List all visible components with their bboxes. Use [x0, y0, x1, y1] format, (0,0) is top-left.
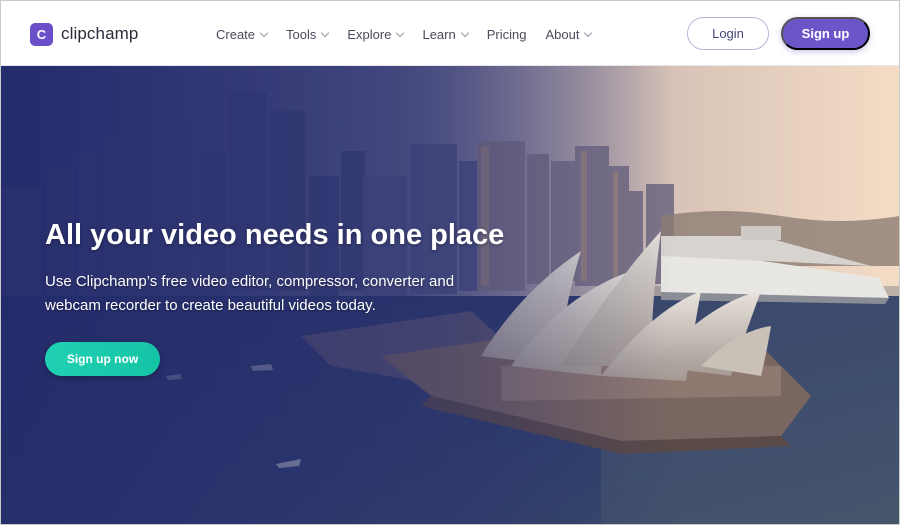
nav-item-pricing[interactable]: Pricing	[487, 27, 527, 42]
signup-button[interactable]: Sign up	[781, 17, 870, 50]
site-header: C clipchamp Create Tools Explore Learn P…	[1, 1, 899, 66]
nav-label: Tools	[286, 26, 317, 42]
nav-item-tools[interactable]: Tools	[286, 26, 330, 42]
nav-label: Learn	[422, 26, 456, 42]
nav-item-create[interactable]: Create	[216, 26, 269, 42]
nav-item-learn[interactable]: Learn	[422, 26, 469, 42]
nav-label: Create	[216, 26, 256, 42]
hero-subtitle: Use Clipchamp’s free video editor, compr…	[45, 273, 455, 314]
nav-item-about[interactable]: About	[545, 26, 593, 42]
main-nav: Create Tools Explore Learn Pricing About	[216, 24, 610, 44]
nav-label: Pricing	[486, 26, 527, 42]
logo-mark-icon: C	[30, 22, 53, 46]
chevron-down-icon	[460, 28, 469, 37]
logo[interactable]: C clipchamp	[30, 21, 138, 47]
hero-title: All your video needs in one place	[45, 219, 505, 251]
chevron-down-icon	[259, 28, 269, 37]
nav-label: Explore	[347, 26, 392, 42]
signup-now-button[interactable]: Sign up now	[45, 342, 160, 376]
browser-frame: C clipchamp Create Tools Explore Learn P…	[0, 0, 900, 525]
hero-section: All your video needs in one place Use Cl…	[1, 66, 899, 524]
chevron-down-icon	[321, 28, 330, 37]
nav-item-explore[interactable]: Explore	[347, 26, 405, 42]
logo-text: clipchamp	[61, 24, 139, 43]
chevron-down-icon	[396, 28, 405, 37]
chevron-down-icon	[584, 28, 593, 37]
nav-label: About	[545, 26, 580, 42]
login-button[interactable]: Login	[687, 17, 769, 50]
